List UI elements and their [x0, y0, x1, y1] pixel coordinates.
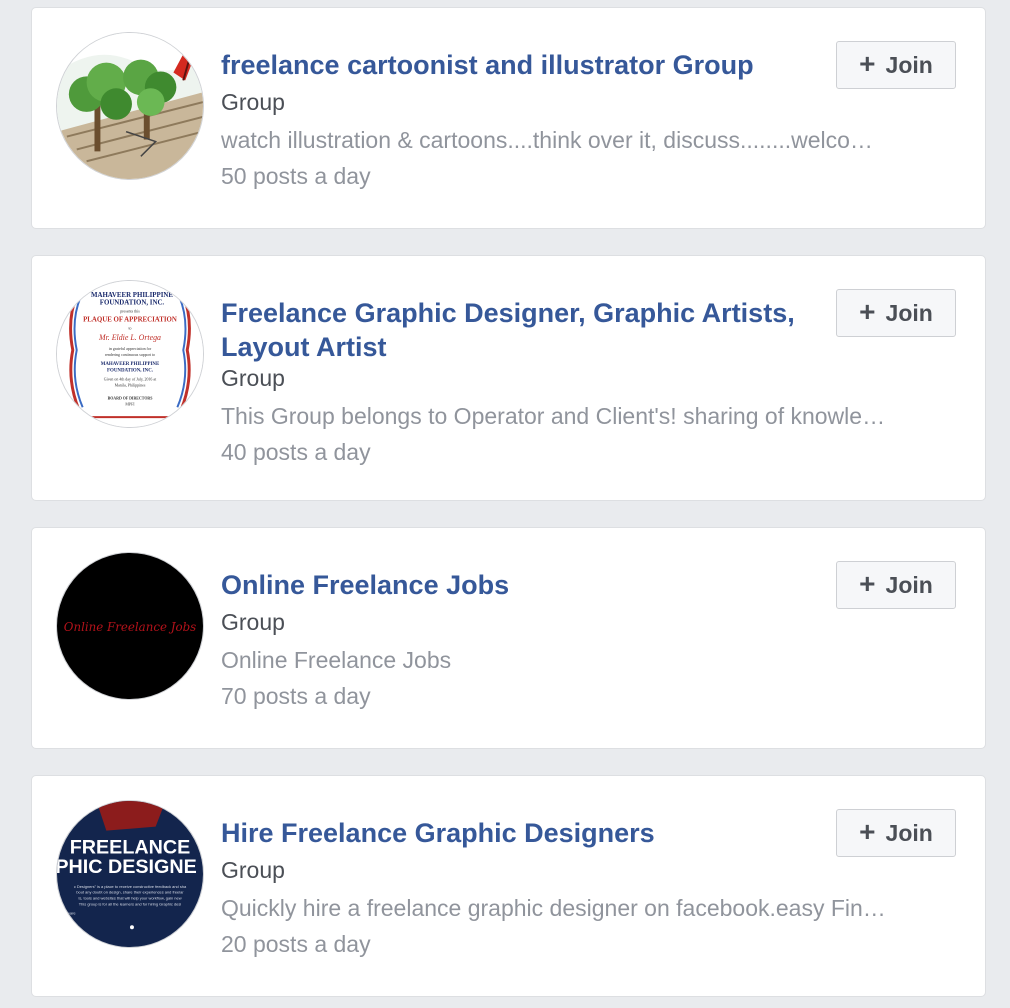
group-suggestions-list: freelance cartoonist and illustrator Gro…	[0, 0, 1010, 1008]
cartoon-trees-avatar	[57, 33, 203, 179]
plus-icon: +	[859, 295, 876, 327]
join-label: Join	[885, 571, 933, 598]
plus-icon: +	[859, 567, 876, 599]
group-activity: 40 posts a day	[221, 439, 371, 465]
group-info: freelance cartoonist and illustrator Gro…	[221, 48, 873, 190]
group-info: Freelance Graphic Designer, Graphic Arti…	[221, 296, 885, 466]
group-activity: 70 posts a day	[221, 683, 371, 709]
plus-icon: +	[859, 47, 876, 79]
cert-foot-org1: MAHAVEER PHILIPPINE	[101, 362, 160, 367]
cert-name: Mr. Eldie L. Ortega	[98, 333, 161, 342]
group-title-link[interactable]: Online Freelance Jobs	[221, 568, 826, 602]
join-button[interactable]: + Join	[836, 809, 956, 857]
freelance-graphic-designers-avatar: FREELANCE PHIC DESIGNE c Designers" is a…	[57, 801, 203, 947]
cert-board: BOARD OF DIRECTORS	[108, 395, 154, 400]
join-button[interactable]: + Join	[836, 41, 956, 89]
group-type: Group	[221, 609, 285, 635]
group-activity: 20 posts a day	[221, 931, 371, 957]
avatar-line1: FREELANCE	[70, 836, 191, 858]
avatar-body4: This group is for all the learners and f…	[79, 902, 182, 907]
avatar-line2: PHIC DESIGNE	[57, 856, 197, 878]
join-label: Join	[885, 51, 933, 78]
join-button[interactable]: + Join	[836, 289, 956, 337]
group-card: Online Freelance Jobs Online Freelance J…	[31, 527, 986, 749]
cert-plaque: PLAQUE OF APPRECIATION	[83, 316, 177, 323]
group-description: Online Freelance Jobs	[221, 647, 452, 673]
plus-icon: +	[859, 815, 876, 847]
cert-presents: presents this	[120, 309, 140, 314]
join-label: Join	[885, 299, 933, 326]
cert-org-line2: FOUNDATION, INC.	[100, 300, 165, 307]
group-description: Quickly hire a freelance graphic designe…	[221, 895, 886, 921]
cert-in-grateful: in grateful appreciation for	[109, 346, 152, 351]
group-card: FREELANCE PHIC DESIGNE c Designers" is a…	[31, 775, 986, 997]
group-type: Group	[221, 365, 285, 391]
group-title-link[interactable]: freelance cartoonist and illustrator Gro…	[221, 48, 826, 82]
group-title-link[interactable]: Freelance Graphic Designer, Graphic Arti…	[221, 296, 826, 364]
avatar-body5: aware	[65, 910, 77, 915]
group-title-link[interactable]: Hire Freelance Graphic Designers	[221, 816, 826, 850]
cert-to: to	[128, 325, 131, 330]
group-description: watch illustration & cartoons....think o…	[221, 127, 873, 153]
join-button[interactable]: + Join	[836, 561, 956, 609]
group-avatar[interactable]: Online Freelance Jobs	[56, 552, 204, 700]
cert-org-line1: MAHAVEER PHILIPPINE	[91, 292, 173, 299]
online-freelance-jobs-avatar: Online Freelance Jobs	[57, 553, 203, 699]
group-type: Group	[221, 89, 285, 115]
group-avatar[interactable]	[56, 32, 204, 180]
join-label: Join	[885, 819, 933, 846]
avatar-body1: c Designers" is a place to receive const…	[74, 884, 187, 889]
certificate-avatar: MAHAVEER PHILIPPINE FOUNDATION, INC. pre…	[57, 281, 203, 427]
cert-foot-org2: FOUNDATION, INC.	[107, 369, 154, 374]
cert-mpfi: MPFI	[125, 401, 135, 406]
group-card: MAHAVEER PHILIPPINE FOUNDATION, INC. pre…	[31, 255, 986, 501]
group-card: freelance cartoonist and illustrator Gro…	[31, 7, 986, 229]
group-info: Hire Freelance Graphic Designers Group Q…	[221, 816, 886, 958]
cert-rendering: rendering continuous support to	[105, 352, 155, 357]
avatar-body2: bout any doubt on design, share their ex…	[76, 890, 184, 895]
group-type: Group	[221, 857, 285, 883]
group-info: Online Freelance Jobs Group Online Freel…	[221, 568, 826, 710]
group-avatar[interactable]: FREELANCE PHIC DESIGNE c Designers" is a…	[56, 800, 204, 948]
group-activity: 50 posts a day	[221, 163, 371, 189]
avatar-text: Online Freelance Jobs	[64, 620, 196, 634]
group-description: This Group belongs to Operator and Clien…	[221, 403, 886, 429]
group-avatar[interactable]: MAHAVEER PHILIPPINE FOUNDATION, INC. pre…	[56, 280, 204, 428]
avatar-body3: ls, tools and websites that will help yo…	[78, 896, 181, 901]
